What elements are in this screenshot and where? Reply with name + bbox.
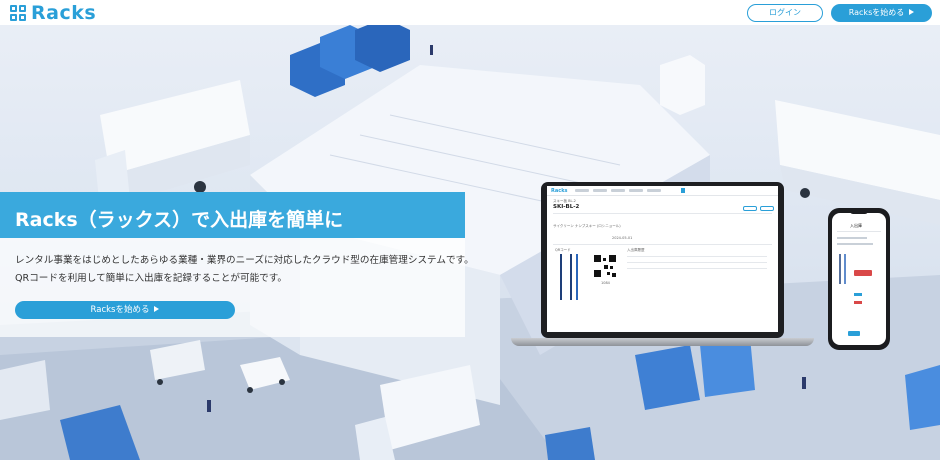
hero-description-line: レンタル事業をはじめとしたあらゆる業種・業界のニーズに対応したクラウド型の在庫管… [15,255,474,266]
phone-submit-button [848,331,860,336]
phone-notch [850,210,868,214]
phone-title: 入出庫 [850,223,862,228]
product-name: サイクリーン ナンブスキー (ロシニョール) [553,224,621,228]
racks-logo-icon [10,5,26,21]
hero-description: レンタル事業をはじめとしたあらゆる業種・業界のニーズに対応したクラウド型の在庫管… [15,252,474,288]
play-arrow-icon [909,9,915,15]
start-button-label: Racksを始める [848,8,905,17]
qr-code-icon [593,254,617,278]
app-search-icon [681,188,685,193]
hero-description-line: QRコードを利用して簡単に入出庫を記録することが可能です。 [15,273,287,284]
phone-status-badge [854,270,872,276]
history-section-label: 入出庫履歴 [627,248,645,252]
hero-cta-label: Racksを始める [90,305,150,315]
ski-product-image [560,254,578,300]
hero-title: Racks（ラックス）で入出庫を簡単に [15,209,344,231]
edit-button [743,206,757,211]
item-code: SKI-BL-2 [553,204,580,210]
laptop-base [511,338,814,346]
logo-text: Racks [31,2,97,24]
app-navbar: Racks [547,186,778,196]
login-button[interactable]: ログイン [747,4,823,22]
start-racks-button-hero[interactable]: Racksを始める [15,301,235,319]
app-logo: Racks [551,188,568,194]
start-racks-button-header[interactable]: Racksを始める [831,4,932,22]
play-arrow-icon [154,306,160,312]
brand-logo[interactable]: Racks [10,2,96,24]
qr-caption: 1084 [601,281,610,285]
laptop-app-screenshot: Racks スキー板 BL-2 SKI-BL-2 サイクリーン ナンブスキー (… [547,186,778,332]
phone-ski-image [839,254,846,284]
qr-button [760,206,774,211]
app-nav-items [575,189,661,192]
phone-app-screenshot: 入出庫 [832,213,886,345]
top-header: Racks ログイン Racksを始める [0,0,940,25]
item-date: 2024-05-01 [612,236,633,240]
